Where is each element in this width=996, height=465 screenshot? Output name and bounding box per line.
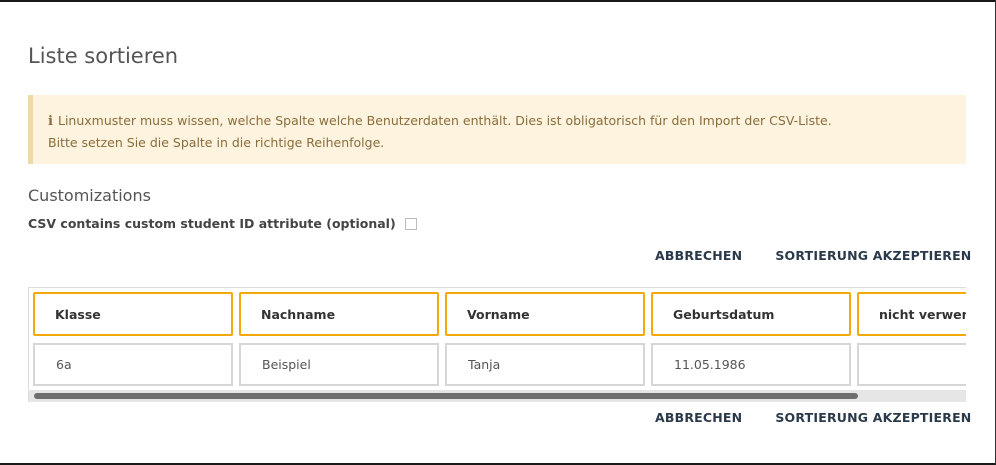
- customizations-title: Customizations: [28, 186, 151, 205]
- column-sample-value: [857, 343, 966, 386]
- column-header-dropdown[interactable]: Nachname: [239, 292, 439, 336]
- column-3: Vorname Tanja: [445, 292, 645, 386]
- column-sample-value: 6a: [33, 343, 233, 386]
- column-sample-value: Tanja: [445, 343, 645, 386]
- cancel-button-top[interactable]: ABBRECHEN: [655, 248, 742, 263]
- accept-sort-button-top[interactable]: SORTIERUNG AKZEPTIEREN: [775, 248, 971, 263]
- column-header-dropdown[interactable]: nicht verwendet: [857, 292, 966, 336]
- horizontal-scrollbar[interactable]: [29, 390, 966, 402]
- column-4: Geburtsdatum 11.05.1986: [651, 292, 851, 386]
- column-header-dropdown[interactable]: Klasse: [33, 292, 233, 336]
- column-sample-value: Beispiel: [239, 343, 439, 386]
- column-5: nicht verwendet: [857, 292, 966, 386]
- info-icon: i: [48, 114, 53, 129]
- alert-text-1: Linuxmuster muss wissen, welche Spalte w…: [58, 113, 832, 128]
- column-sort-table: Klasse 6a Nachname Beispiel Vorname Tanja Gebu…: [28, 287, 966, 402]
- column-header-dropdown[interactable]: Vorname: [445, 292, 645, 336]
- column-1: Klasse 6a: [33, 292, 233, 386]
- cancel-button-bottom[interactable]: ABBRECHEN: [655, 410, 742, 425]
- custom-id-checkbox[interactable]: [404, 217, 417, 230]
- scrollbar-thumb[interactable]: [34, 393, 858, 399]
- dialog: Liste sortieren i Linuxmuster muss wissen…: [0, 0, 996, 465]
- alert-text-2: Bitte setzen Sie die Spalte in die richt…: [48, 135, 385, 150]
- info-alert: i Linuxmuster muss wissen, welche Spalte …: [28, 95, 966, 164]
- top-action-bar: ABBRECHEN SORTIERUNG AKZEPTIEREN: [655, 248, 971, 263]
- page-title: Liste sortieren: [28, 44, 179, 68]
- column-list: Klasse 6a Nachname Beispiel Vorname Tanja Gebu…: [33, 292, 966, 386]
- alert-line-1: i Linuxmuster muss wissen, welche Spalte …: [48, 110, 966, 132]
- column-header-dropdown[interactable]: Geburtsdatum: [651, 292, 851, 336]
- column-2: Nachname Beispiel: [239, 292, 439, 386]
- accept-sort-button-bottom[interactable]: SORTIERUNG AKZEPTIEREN: [775, 410, 971, 425]
- bottom-action-bar: ABBRECHEN SORTIERUNG AKZEPTIEREN: [655, 410, 971, 425]
- column-sample-value: 11.05.1986: [651, 343, 851, 386]
- custom-id-label: CSV contains custom student ID attribute…: [28, 216, 396, 231]
- custom-id-row: CSV contains custom student ID attribute…: [28, 216, 417, 231]
